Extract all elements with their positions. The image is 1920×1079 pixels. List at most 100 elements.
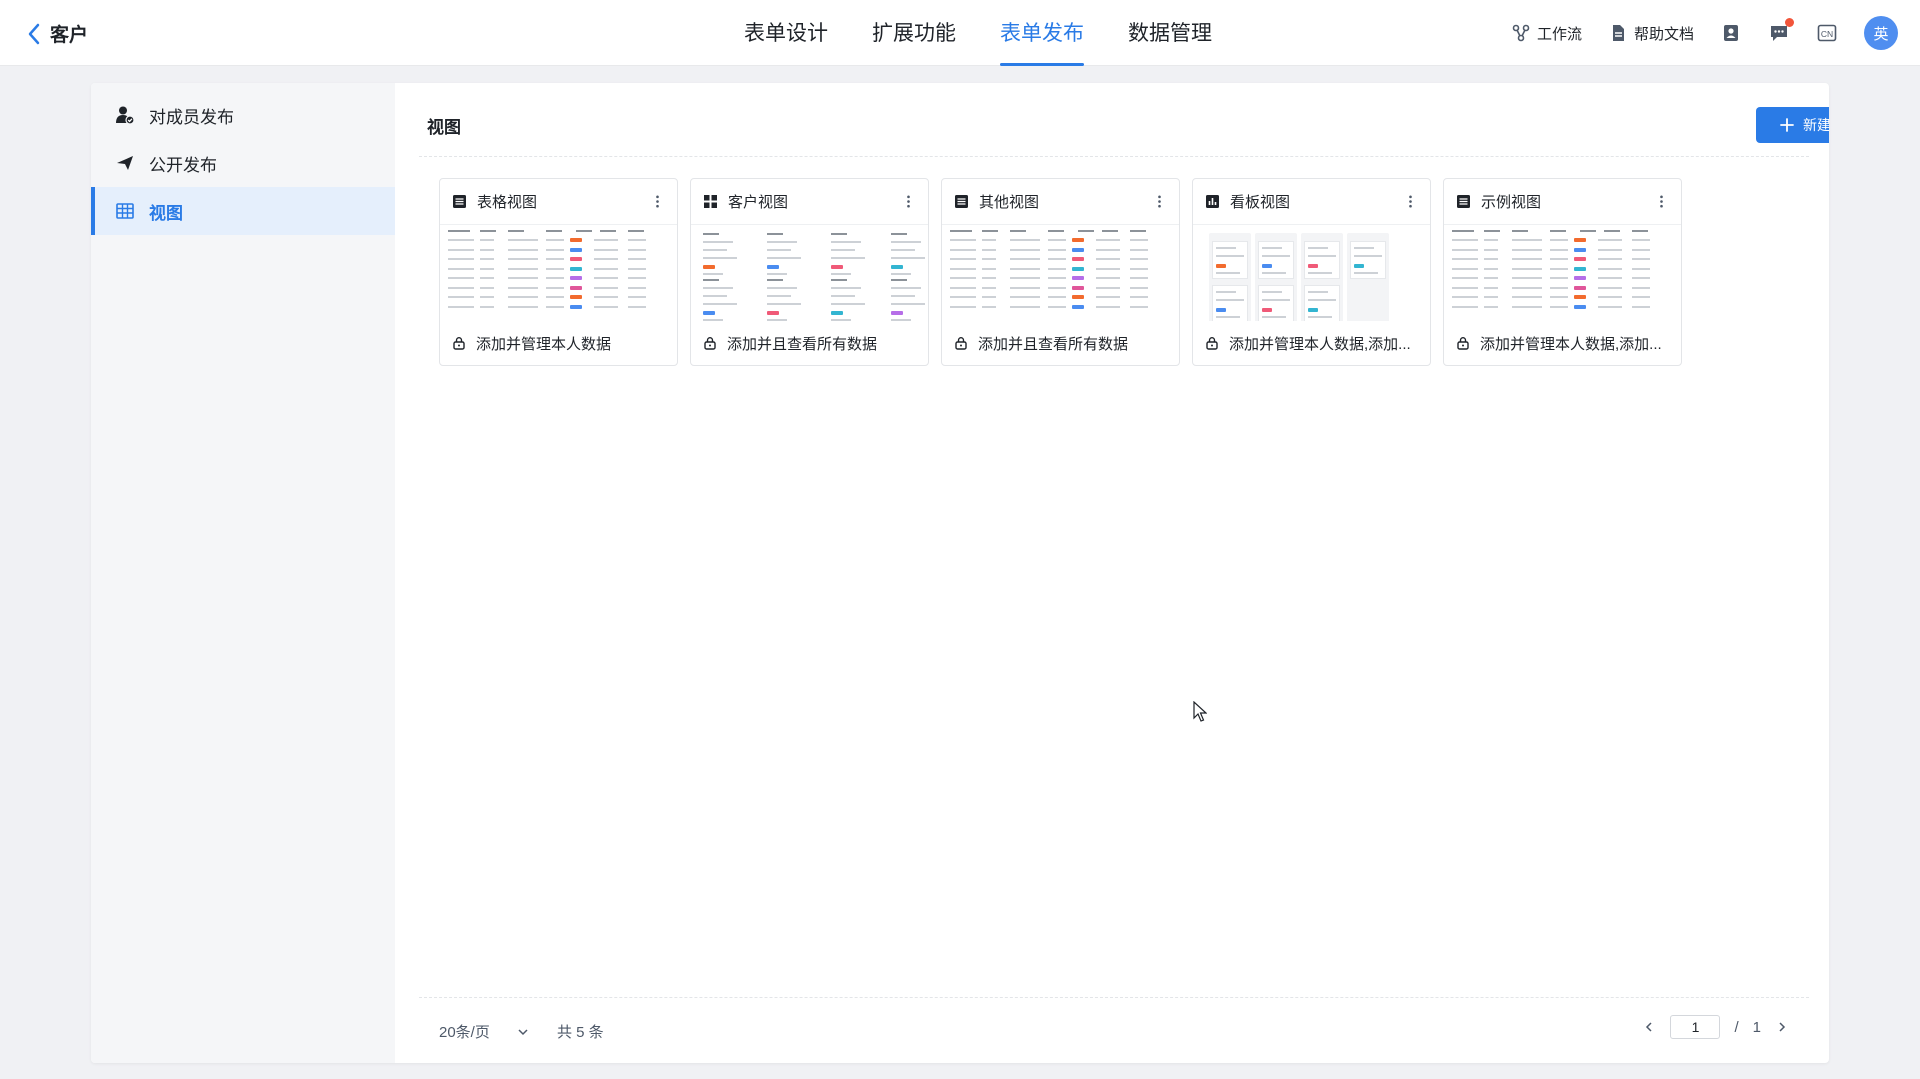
thumbnail-line — [508, 239, 538, 241]
thumbnail-line — [891, 249, 915, 251]
back-button[interactable]: 客户 — [26, 20, 88, 47]
publish-sidebar: 对成员发布 公开发布 视图 — [91, 83, 395, 1063]
pagination: 20条/页 共 5 条 / 1 — [395, 1013, 1829, 1049]
thumbnail-line — [703, 311, 715, 315]
card-header: 示例视图 — [1444, 179, 1681, 225]
tab-extensions[interactable]: 扩展功能 — [872, 0, 956, 66]
thumbnail-line — [1102, 230, 1118, 232]
page-size-select[interactable]: 20条/页 — [439, 1021, 530, 1042]
thumbnail-line — [767, 311, 779, 315]
thumbnail-line — [767, 295, 791, 297]
permission-text: 添加并且查看所有数据 — [727, 335, 878, 353]
sidebar-item-views[interactable]: 视图 — [91, 187, 395, 235]
thumbnail-line — [891, 273, 911, 275]
kanban-column — [1255, 233, 1297, 321]
more-options-icon[interactable] — [1402, 194, 1418, 210]
card-footer: 添加并且查看所有数据 — [691, 321, 928, 365]
thumbnail-line — [570, 285, 582, 290]
chevron-left-icon[interactable] — [1642, 1020, 1656, 1034]
kanban-card — [1304, 285, 1340, 321]
thumbnail-line — [628, 248, 646, 251]
thumbnail-line — [831, 257, 865, 259]
thumbnail-line — [1216, 264, 1226, 268]
card-thumbnail — [691, 225, 928, 321]
thumbnail-line — [1308, 299, 1336, 301]
svg-text:CN: CN — [1821, 29, 1833, 39]
more-options-icon[interactable] — [1653, 194, 1669, 210]
thumbnail-line — [1452, 230, 1474, 232]
thumbnail-line — [1512, 230, 1528, 232]
messages-button[interactable] — [1768, 18, 1794, 44]
thumbnail-line — [950, 305, 976, 308]
contacts-button[interactable] — [1720, 22, 1742, 44]
thumbnail-line — [1010, 296, 1040, 298]
thumbnail-line — [1130, 230, 1146, 232]
thumbnail-line — [831, 303, 865, 305]
top-bar: 客户 表单设计 扩展功能 表单发布 数据管理 工作流 帮助文档 CN 英 — [0, 0, 1920, 66]
help-docs-button[interactable]: 帮助文档 — [1608, 23, 1694, 44]
view-card[interactable]: 示例视图 添加并管理本人数据,添加... — [1443, 178, 1682, 366]
language-button[interactable]: CN — [1816, 22, 1838, 44]
paper-plane-icon — [117, 156, 133, 170]
view-card[interactable]: 表格视图 添加并管理本人数据 — [439, 178, 678, 366]
thumbnail-line — [1096, 305, 1120, 308]
app-title: 客户 — [50, 25, 89, 46]
sidebar-item-public-publish[interactable]: 公开发布 — [91, 139, 395, 187]
page-number-input[interactable] — [1670, 1015, 1721, 1039]
thumbnail-line — [950, 258, 976, 260]
new-view-button[interactable]: 新建视图 — [1756, 107, 1829, 143]
view-card[interactable]: 客户视图 添加并且查看所有数据 — [690, 178, 929, 366]
more-options-icon[interactable] — [649, 194, 665, 210]
tab-form-publish[interactable]: 表单发布 — [1000, 0, 1084, 66]
views-content: 视图 新建视图 表格视图 添加并管理本人数据 — [395, 83, 1829, 1063]
avatar[interactable]: 英 — [1864, 16, 1898, 50]
card-title: 表格视图 — [477, 194, 538, 211]
thumbnail-line — [1308, 264, 1318, 268]
thumbnail-line — [831, 265, 843, 269]
view-card[interactable]: 其他视图 添加并且查看所有数据 — [941, 178, 1180, 366]
view-card[interactable]: 看板视图 添加并管理本人数据,添加... — [1192, 178, 1431, 366]
kanban-column — [1347, 233, 1389, 321]
more-options-icon[interactable] — [1151, 194, 1167, 210]
thumbnail-line — [594, 305, 618, 308]
thumbnail-line — [508, 230, 524, 232]
thumbnail-line — [594, 296, 618, 298]
more-options-icon[interactable] — [900, 194, 916, 210]
thumbnail-line — [891, 287, 921, 289]
chevron-right-icon[interactable] — [1775, 1020, 1789, 1034]
kanban-column — [1209, 233, 1251, 321]
lock-icon — [453, 337, 465, 350]
tab-form-design[interactable]: 表单设计 — [744, 0, 828, 66]
tab-data-management[interactable]: 数据管理 — [1128, 0, 1212, 66]
thumbnail-line — [480, 305, 494, 308]
thumbnail-line — [703, 303, 737, 305]
card-header: 其他视图 — [942, 179, 1179, 225]
permission-text: 添加并管理本人数据,添加... — [1480, 335, 1662, 353]
kanban-card — [1212, 241, 1248, 279]
table-grid-icon — [116, 203, 134, 219]
thumbnail-line — [1354, 272, 1378, 274]
thumbnail-line — [508, 248, 538, 251]
thumbnail-line — [1308, 272, 1332, 274]
new-view-label: 新建视图 — [1803, 117, 1829, 133]
thumbnail-line — [1632, 286, 1650, 289]
thumbnail-line — [594, 248, 618, 251]
thumbnail-line — [1048, 286, 1066, 289]
thumbnail-line — [950, 296, 976, 298]
card-thumbnail — [1444, 225, 1681, 321]
thumbnail-line — [448, 296, 474, 298]
thumbnail-line — [703, 279, 719, 281]
workflow-icon — [1512, 24, 1530, 42]
plus-icon — [1780, 118, 1794, 132]
thumbnail-line — [1048, 277, 1066, 279]
thumbnail-line — [1452, 277, 1478, 279]
thumbnail-line — [1078, 230, 1094, 232]
thumbnail-line — [570, 295, 582, 299]
thumbnail-line — [1452, 248, 1478, 251]
page-separator: / — [1734, 1018, 1739, 1036]
sidebar-item-member-publish[interactable]: 对成员发布 — [91, 91, 395, 139]
thumbnail-line — [508, 305, 538, 308]
thumbnail-line — [950, 277, 976, 279]
workflow-button[interactable]: 工作流 — [1511, 23, 1582, 44]
thumbnail-line — [1574, 276, 1586, 280]
